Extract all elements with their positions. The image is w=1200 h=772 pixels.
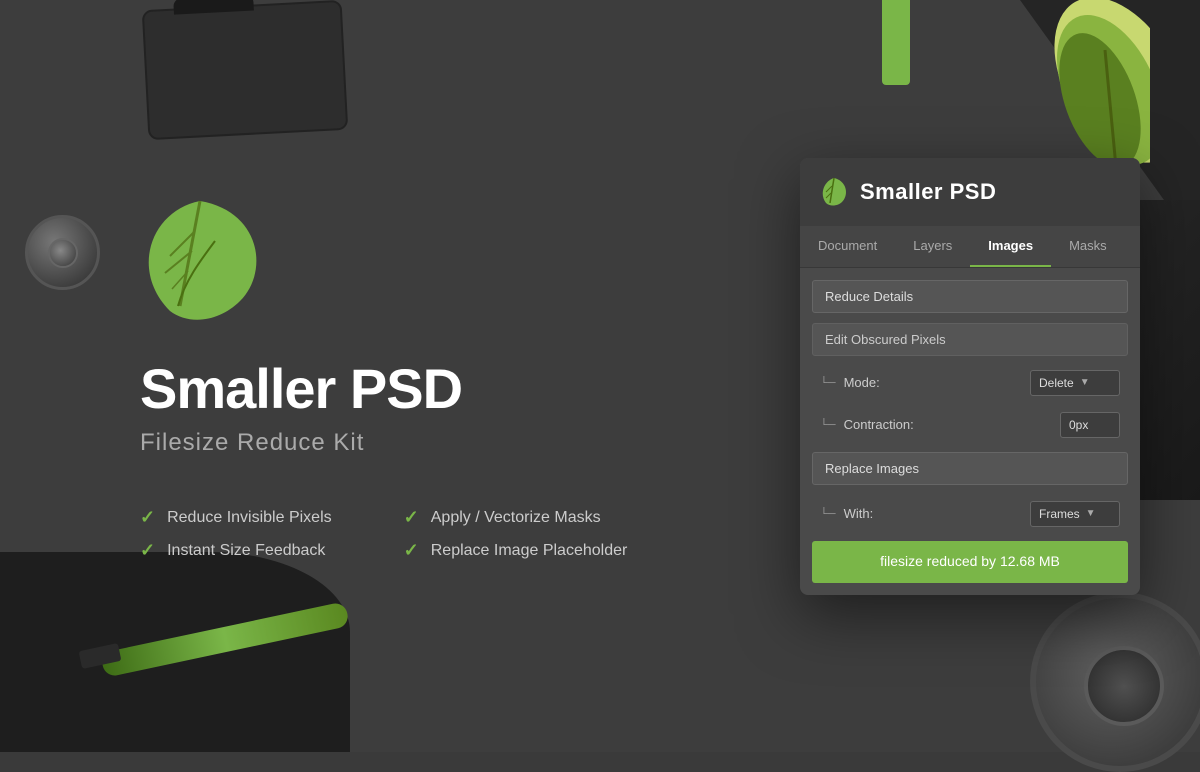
contraction-indent-icon: └─ (820, 419, 836, 431)
check-icon-4: ✓ (404, 540, 419, 561)
with-value: Frames (1039, 507, 1080, 521)
check-icon-2: ✓ (404, 507, 419, 528)
check-icon-3: ✓ (140, 540, 155, 561)
feature-label-3: Instant Size Feedback (167, 542, 325, 560)
app-subtitle: Filesize Reduce Kit (140, 429, 364, 457)
with-indent-icon: └─ (820, 508, 836, 520)
with-label: With: (844, 506, 1030, 521)
replace-images-header[interactable]: Replace Images (812, 452, 1128, 485)
reduce-details-header[interactable]: Reduce Details (812, 280, 1128, 313)
feature-item-1: ✓ Reduce Invisible Pixels (140, 507, 364, 528)
tab-document[interactable]: Document (800, 226, 895, 267)
panel-tabs: Document Layers Images Masks (800, 226, 1140, 268)
feature-item-3: ✓ Instant Size Feedback (140, 540, 364, 561)
right-panel-container: Smaller PSD Document Layers Images Masks… (800, 158, 1140, 595)
main-content: Smaller PSD Filesize Reduce Kit ✓ Reduce… (0, 0, 1200, 752)
feature-label-1: Reduce Invisible Pixels (167, 509, 332, 527)
status-bar: filesize reduced by 12.68 MB (812, 541, 1128, 583)
mode-select[interactable]: Delete ▼ (1030, 370, 1120, 396)
contraction-control: 0px (1060, 412, 1120, 438)
with-control: Frames ▼ (1030, 501, 1120, 527)
with-select[interactable]: Frames ▼ (1030, 501, 1120, 527)
left-branding: Smaller PSD Filesize Reduce Kit ✓ Reduce… (60, 191, 800, 561)
feature-label-2: Apply / Vectorize Masks (431, 509, 601, 527)
mode-indent-icon: └─ (820, 377, 836, 389)
with-select-arrow: ▼ (1086, 508, 1096, 519)
with-row: └─ With: Frames ▼ (812, 495, 1128, 533)
contraction-row: └─ Contraction: 0px (812, 406, 1128, 444)
mode-label: Mode: (844, 375, 1030, 390)
app-title: Smaller PSD (140, 356, 462, 421)
mode-select-arrow: ▼ (1080, 377, 1090, 388)
tab-layers[interactable]: Layers (895, 226, 970, 267)
mode-control: Delete ▼ (1030, 370, 1120, 396)
app-logo (140, 191, 260, 356)
check-icon-1: ✓ (140, 507, 155, 528)
status-text: filesize reduced by 12.68 MB (880, 553, 1060, 569)
features-list: ✓ Reduce Invisible Pixels ✓ Apply / Vect… (140, 507, 627, 561)
contraction-input[interactable]: 0px (1060, 412, 1120, 438)
panel-header: Smaller PSD (800, 158, 1140, 226)
feature-item-4: ✓ Replace Image Placeholder (404, 540, 628, 561)
panel-body: Reduce Details Edit Obscured Pixels └─ M… (800, 268, 1140, 595)
contraction-value: 0px (1069, 418, 1088, 432)
panel-logo-icon (820, 176, 848, 208)
app-panel: Smaller PSD Document Layers Images Masks… (800, 158, 1140, 595)
mode-row: └─ Mode: Delete ▼ (812, 364, 1128, 402)
contraction-label: Contraction: (844, 417, 1060, 432)
mode-value: Delete (1039, 376, 1074, 390)
tab-masks[interactable]: Masks (1051, 226, 1125, 267)
panel-title: Smaller PSD (860, 179, 996, 205)
edit-obscured-header[interactable]: Edit Obscured Pixels (812, 323, 1128, 356)
feature-item-2: ✓ Apply / Vectorize Masks (404, 507, 628, 528)
feature-label-4: Replace Image Placeholder (431, 542, 628, 560)
tab-images[interactable]: Images (970, 226, 1051, 267)
